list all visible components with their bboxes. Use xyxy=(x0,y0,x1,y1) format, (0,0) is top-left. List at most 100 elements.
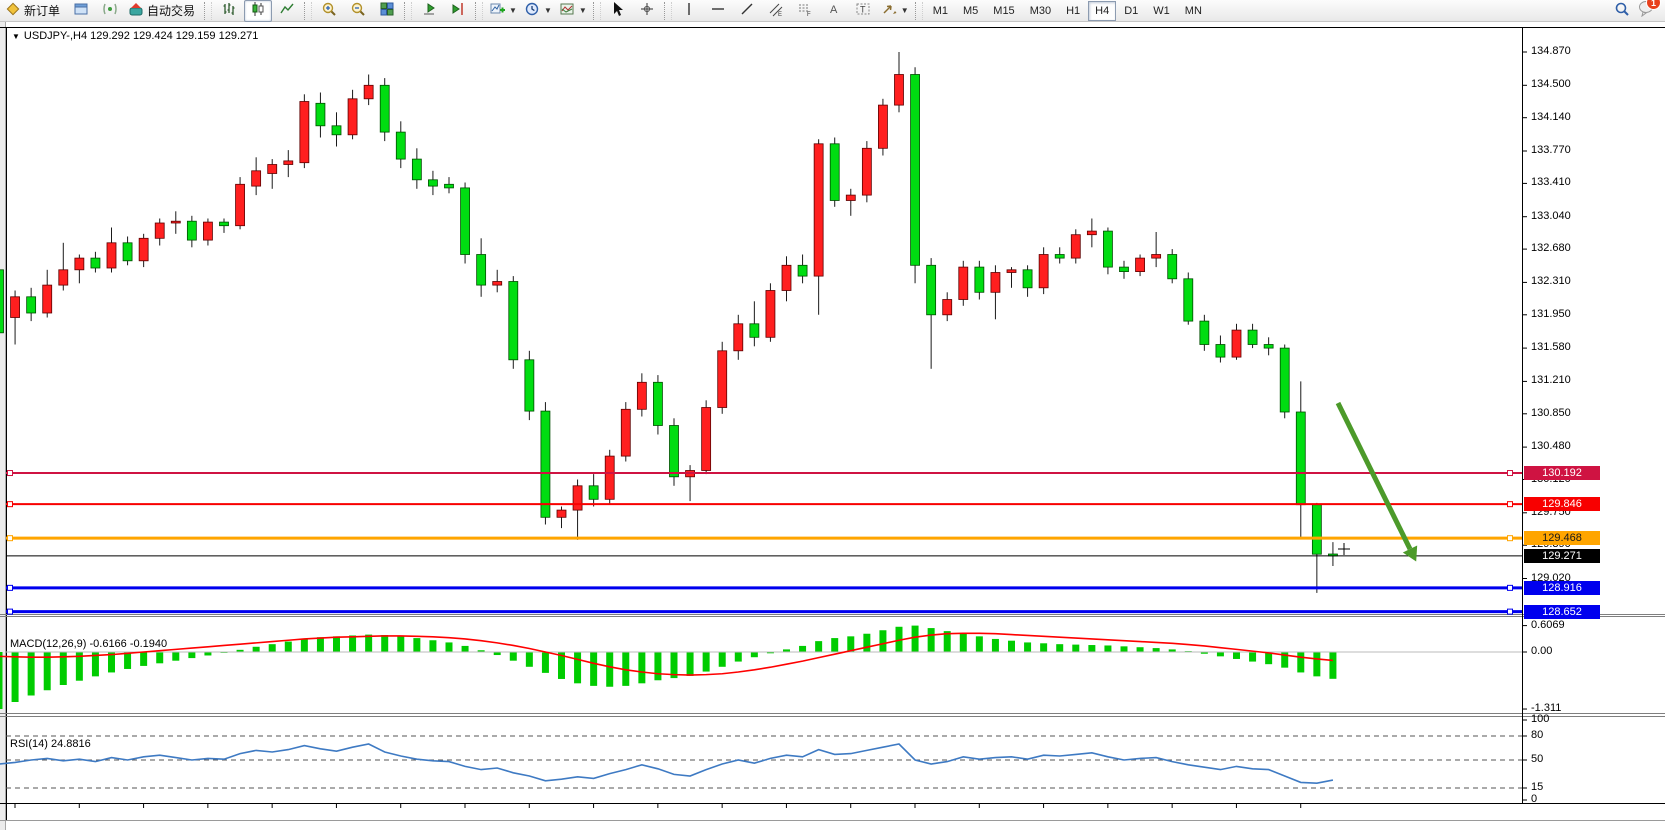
price-tick: 133.040 xyxy=(1531,210,1571,222)
tile-windows-icon xyxy=(379,1,395,20)
bear-candle xyxy=(975,267,984,292)
bull-candle xyxy=(878,105,887,148)
vertical-line-button[interactable] xyxy=(675,0,703,22)
timeframe-button-m30[interactable]: M30 xyxy=(1023,1,1058,21)
bull-candle xyxy=(846,195,855,200)
timeframe-button-m15[interactable]: M15 xyxy=(986,1,1021,21)
rsi-tick: 80 xyxy=(1531,729,1543,741)
chat-button[interactable]: 1 xyxy=(1637,0,1655,22)
timeframe-button-d1[interactable]: D1 xyxy=(1117,1,1145,21)
market-depth-icon xyxy=(73,1,89,20)
hline-handle[interactable] xyxy=(8,471,13,476)
bear-candle xyxy=(1055,255,1064,259)
chart-title: ▼USDJPY-,H4 129.292 129.424 129.159 129.… xyxy=(12,30,258,42)
market-depth-button[interactable] xyxy=(67,0,95,22)
search-button[interactable] xyxy=(1608,0,1636,22)
collapse-caret-icon[interactable]: ▼ xyxy=(12,32,20,41)
bear-candle xyxy=(27,297,36,313)
bear-candle xyxy=(1168,255,1177,279)
svg-text:T: T xyxy=(860,5,866,15)
bull-candle xyxy=(557,510,566,517)
trendline-button[interactable] xyxy=(733,0,761,22)
horizontal-line-icon xyxy=(710,1,726,20)
timeframe-button-mn[interactable]: MN xyxy=(1178,1,1209,21)
bull-candle xyxy=(734,324,743,351)
line-chart-button[interactable] xyxy=(273,0,301,22)
arrows-icon xyxy=(881,1,897,20)
timeframe-button-w1[interactable]: W1 xyxy=(1146,1,1177,21)
bear-candle xyxy=(412,159,421,180)
bear-candle xyxy=(316,103,325,126)
crosshair-button[interactable] xyxy=(633,0,661,22)
svg-text:A: A xyxy=(830,4,838,16)
hline-handle[interactable] xyxy=(1508,471,1513,476)
bear-candle xyxy=(1119,267,1128,272)
bull-candle xyxy=(1087,231,1096,235)
timeframe-button-h1[interactable]: H1 xyxy=(1059,1,1087,21)
hline-handle[interactable] xyxy=(1508,536,1513,541)
signal-button[interactable] xyxy=(96,0,124,22)
auto-scroll-button[interactable] xyxy=(415,0,443,22)
candle-chart-button[interactable] xyxy=(244,0,272,22)
bull-candle xyxy=(171,221,180,223)
svg-text:E: E xyxy=(778,12,782,17)
bar-chart-button[interactable] xyxy=(215,0,243,22)
zoom-in-button[interactable] xyxy=(315,0,343,22)
bear-candle xyxy=(428,180,437,186)
fibonacci-icon: F xyxy=(797,1,813,20)
macd-tick: 0.6069 xyxy=(1531,619,1565,631)
bull-candle xyxy=(1136,258,1145,272)
new-order-button[interactable]: 新订单 xyxy=(2,0,66,22)
toolbar-grip xyxy=(204,2,212,20)
bear-candle xyxy=(1312,505,1321,555)
timeframe-button-h4[interactable]: H4 xyxy=(1088,1,1116,21)
zoom-out-button[interactable] xyxy=(344,0,372,22)
bear-candle xyxy=(750,324,759,338)
chevron-down-icon: ▼ xyxy=(509,6,517,15)
bull-candle xyxy=(718,351,727,408)
bull-candle xyxy=(605,456,614,499)
time-axis[interactable]: 22 Dec 202222 Dec 16:0023 Dec 08:0027 De… xyxy=(0,825,1665,830)
price-axis[interactable]: 134.870134.500134.140133.770133.410133.0… xyxy=(1523,22,1665,803)
zoom-in-icon xyxy=(321,1,337,20)
bear-candle xyxy=(380,85,389,132)
vertical-line-icon xyxy=(681,1,697,20)
arrows-button[interactable]: ▼ xyxy=(878,0,912,22)
tile-windows-button[interactable] xyxy=(373,0,401,22)
bear-candle xyxy=(1216,345,1225,358)
hline-handle[interactable] xyxy=(1508,502,1513,507)
hline-handle[interactable] xyxy=(8,609,13,614)
hline-handle[interactable] xyxy=(8,585,13,590)
hline-handle[interactable] xyxy=(8,536,13,541)
trendline-icon xyxy=(739,1,755,20)
hline-handle[interactable] xyxy=(8,502,13,507)
indicators-icon xyxy=(489,1,505,20)
chart-shift-button[interactable] xyxy=(444,0,472,22)
text-button[interactable]: A xyxy=(820,0,848,22)
candle-chart-icon xyxy=(250,1,266,20)
indicators-button[interactable]: ▼ xyxy=(486,0,520,22)
text-label-button[interactable]: T xyxy=(849,0,877,22)
cursor-button[interactable] xyxy=(604,0,632,22)
bear-candle xyxy=(444,184,453,188)
horizontal-line-button[interactable] xyxy=(704,0,732,22)
hline-handle[interactable] xyxy=(1508,609,1513,614)
rsi-tick: 0 xyxy=(1531,793,1537,805)
price-label-129.271: 129.271 xyxy=(1524,549,1600,563)
hline-handle[interactable] xyxy=(1508,585,1513,590)
channel-button[interactable]: E xyxy=(762,0,790,22)
timeframe-button-m5[interactable]: M5 xyxy=(956,1,985,21)
fibonacci-button[interactable]: F xyxy=(791,0,819,22)
bear-candle xyxy=(1200,321,1209,344)
price-tick: 131.950 xyxy=(1531,308,1571,320)
chart-canvas[interactable] xyxy=(0,22,1665,830)
bear-candle xyxy=(911,75,920,266)
timeframe-button-m1[interactable]: M1 xyxy=(926,1,955,21)
toolbar-grip xyxy=(664,2,672,20)
templates-button[interactable]: ▼ xyxy=(556,0,590,22)
bear-candle xyxy=(830,144,839,201)
cursor-icon xyxy=(610,1,626,20)
autotrade-button[interactable]: 自动交易 xyxy=(125,0,201,22)
new-order-icon xyxy=(5,1,21,20)
periods-button[interactable]: ▼ xyxy=(521,0,555,22)
